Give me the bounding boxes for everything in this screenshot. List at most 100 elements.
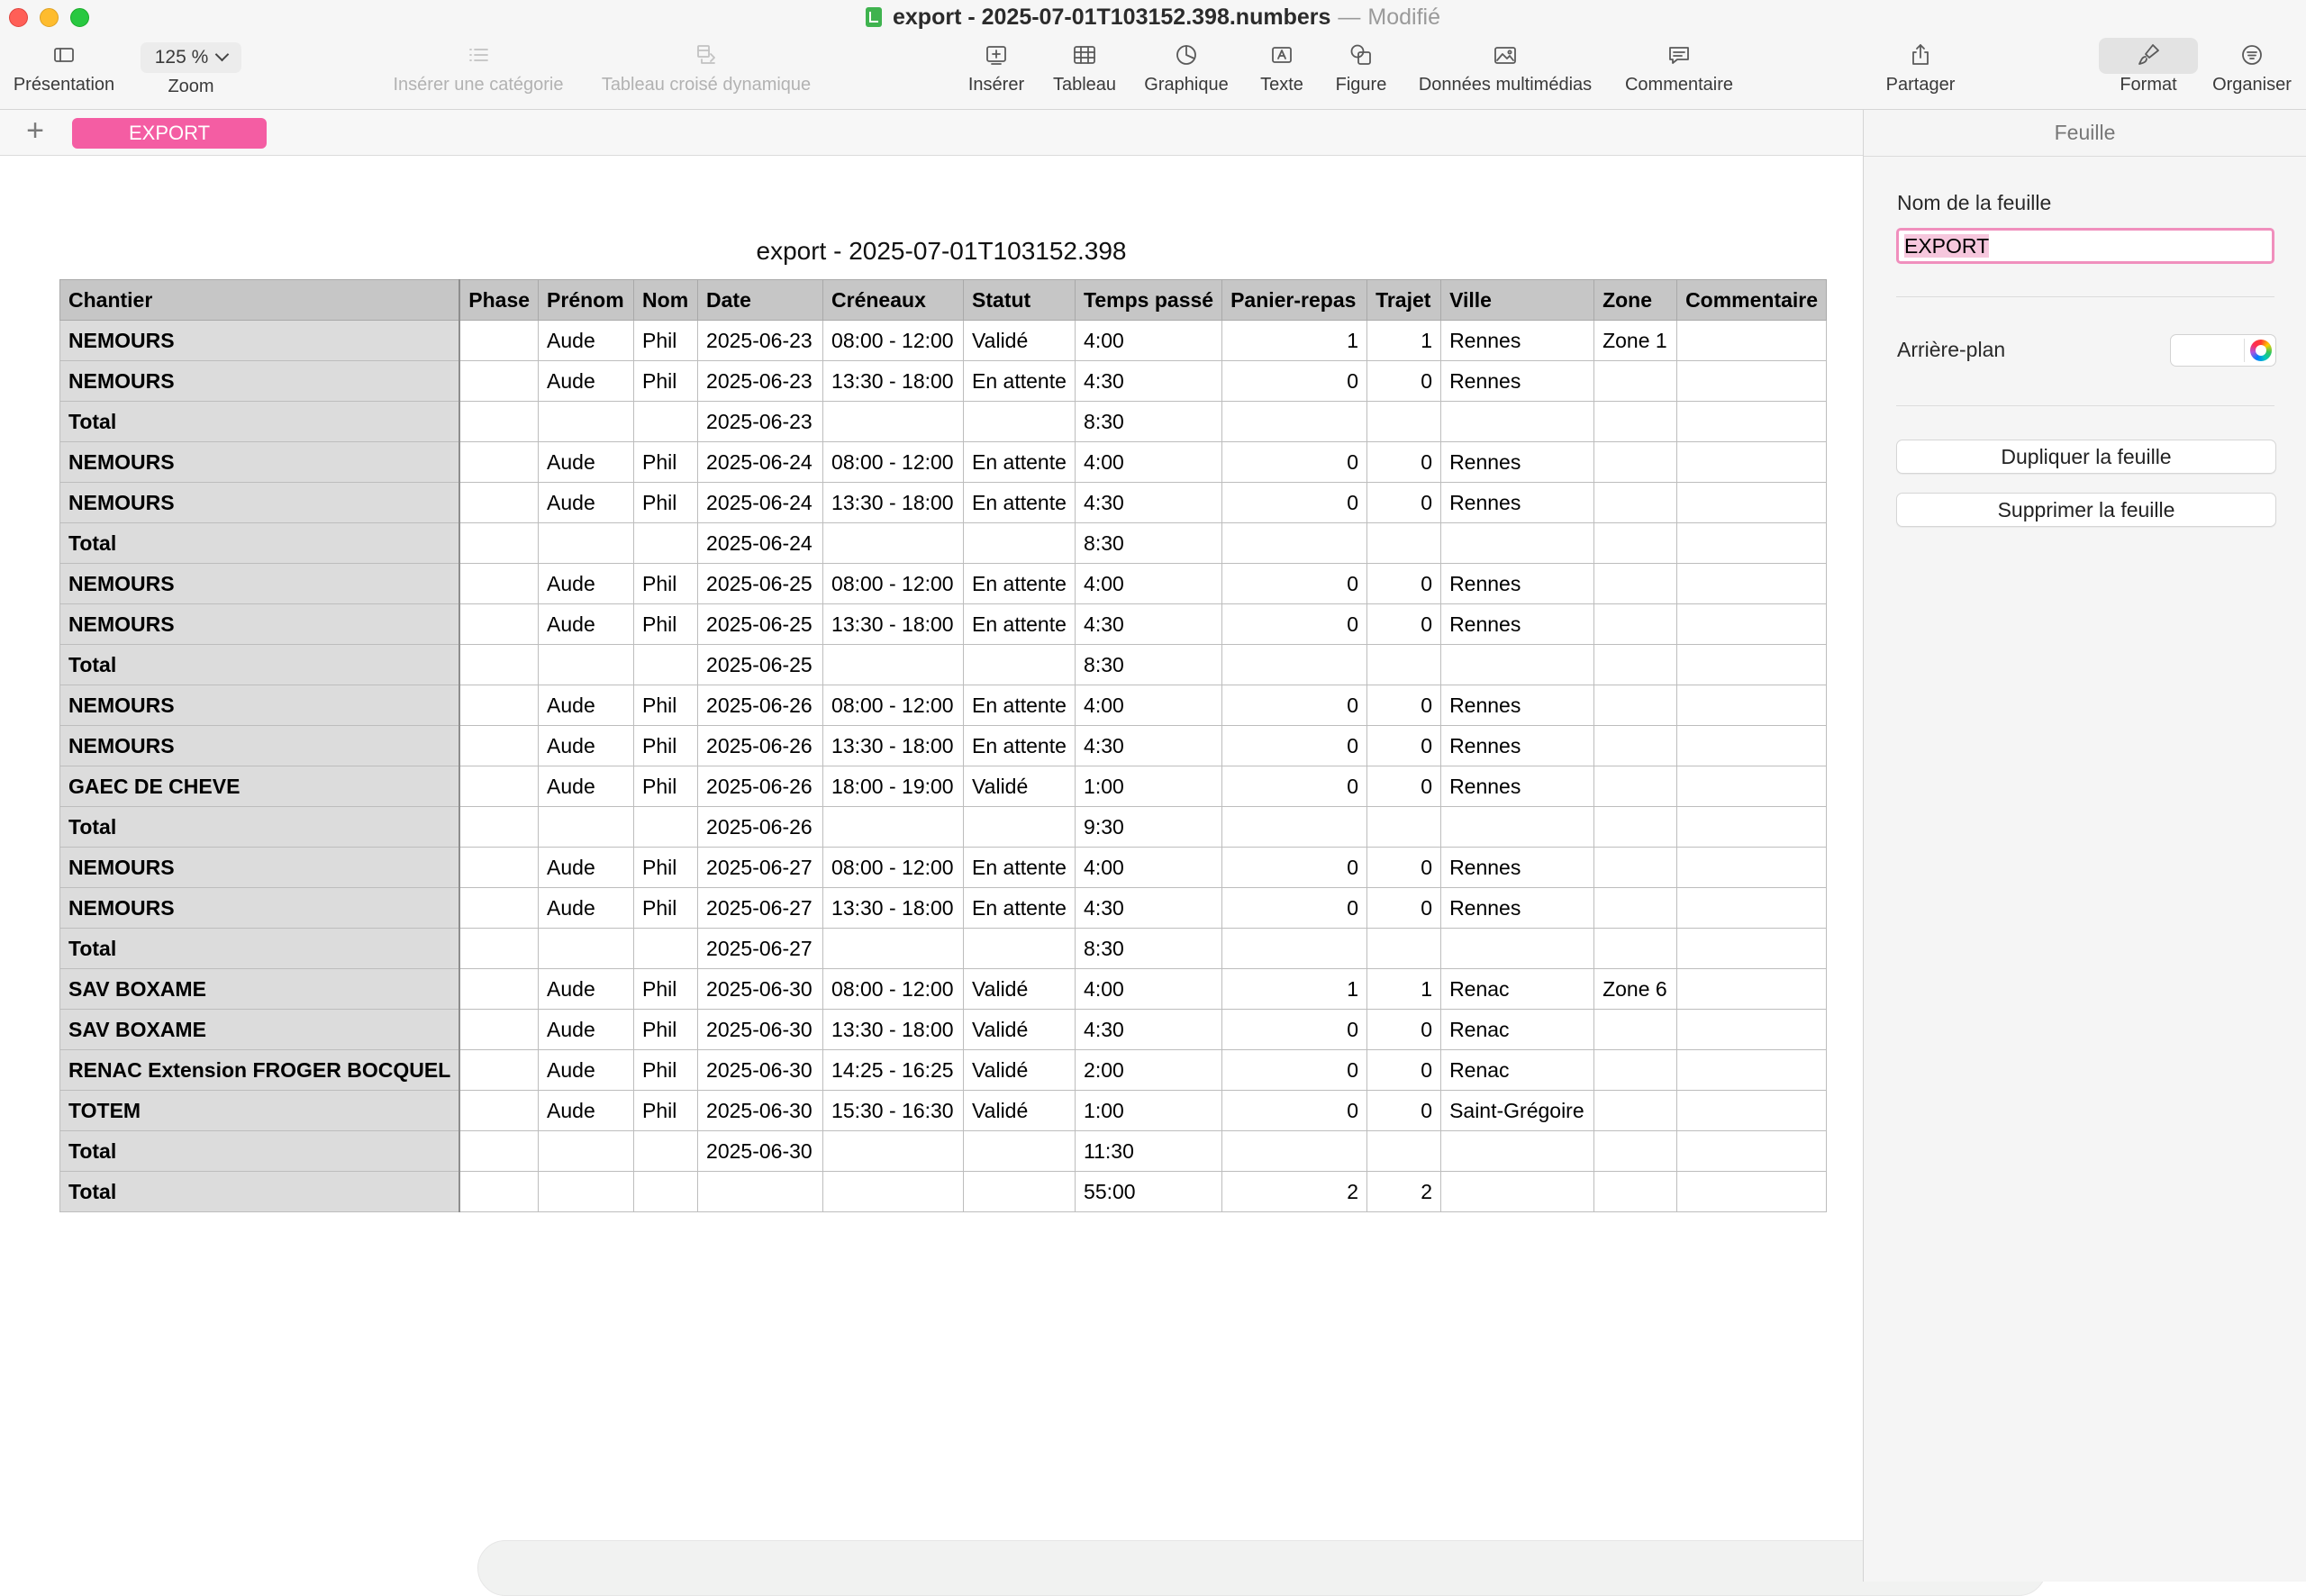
table-title[interactable]: export - 2025-07-01T103152.398: [0, 237, 1883, 266]
table-cell[interactable]: [1440, 522, 1595, 564]
table-cell[interactable]: 4:30: [1075, 725, 1223, 766]
table-cell[interactable]: 14:25 - 16:25: [822, 1049, 965, 1091]
table-cell[interactable]: 8:30: [1075, 928, 1223, 969]
table-cell[interactable]: Zone 6: [1593, 968, 1678, 1010]
table-cell[interactable]: 0: [1221, 847, 1368, 888]
presentation-button[interactable]: Présentation: [9, 38, 119, 106]
table-cell[interactable]: En attente: [963, 887, 1076, 929]
table-cell[interactable]: [458, 766, 540, 807]
table-cell[interactable]: [1593, 806, 1678, 848]
table-cell[interactable]: [1676, 685, 1828, 726]
table-cell[interactable]: [1366, 1130, 1442, 1172]
table-cell[interactable]: [1440, 1171, 1595, 1212]
table-cell[interactable]: [1440, 928, 1595, 969]
table-cell[interactable]: 1: [1366, 968, 1442, 1010]
table-cell[interactable]: [1440, 401, 1595, 442]
table-cell[interactable]: SAV BOXAME: [59, 1009, 461, 1050]
table-cell[interactable]: 4:30: [1075, 360, 1223, 402]
table-cell[interactable]: [458, 401, 540, 442]
table-cell[interactable]: Rennes: [1440, 320, 1595, 361]
comment-button[interactable]: Commentaire: [1618, 38, 1740, 106]
table-cell[interactable]: En attente: [963, 441, 1076, 483]
table-cell[interactable]: 55:00: [1075, 1171, 1223, 1212]
table-cell[interactable]: [963, 644, 1076, 685]
table-cell[interactable]: [1593, 1090, 1678, 1131]
table-cell[interactable]: 1: [1221, 320, 1368, 361]
table-cell[interactable]: [538, 522, 635, 564]
color-wheel-icon[interactable]: [2250, 340, 2272, 361]
table-cell[interactable]: [1676, 766, 1828, 807]
table-cell[interactable]: [1676, 1130, 1828, 1172]
table-cell[interactable]: [1676, 1049, 1828, 1091]
table-cell[interactable]: [538, 644, 635, 685]
table-cell[interactable]: [458, 644, 540, 685]
format-button[interactable]: Format: [2099, 38, 2198, 106]
table-cell[interactable]: Rennes: [1440, 685, 1595, 726]
table-cell[interactable]: [1440, 644, 1595, 685]
table-cell[interactable]: [1676, 928, 1828, 969]
table-cell[interactable]: [633, 1130, 699, 1172]
table-cell[interactable]: Total: [59, 644, 461, 685]
table-cell[interactable]: [458, 1090, 540, 1131]
table-cell[interactable]: 0: [1221, 725, 1368, 766]
table-cell[interactable]: [1676, 563, 1828, 604]
table-cell[interactable]: [822, 401, 965, 442]
table-cell[interactable]: [458, 928, 540, 969]
column-header[interactable]: Trajet: [1366, 279, 1442, 321]
table-cell[interactable]: Total: [59, 928, 461, 969]
organize-button[interactable]: Organiser: [2205, 38, 2299, 106]
chart-button[interactable]: Graphique: [1137, 38, 1236, 106]
table-cell[interactable]: [1593, 887, 1678, 929]
table-cell[interactable]: [538, 806, 635, 848]
table-cell[interactable]: 1: [1221, 968, 1368, 1010]
table-cell[interactable]: Phil: [633, 441, 699, 483]
table-cell[interactable]: 2025-06-30: [697, 1090, 824, 1131]
table-cell[interactable]: 8:30: [1075, 522, 1223, 564]
table-cell[interactable]: NEMOURS: [59, 360, 461, 402]
table-cell[interactable]: 0: [1221, 441, 1368, 483]
table-cell[interactable]: Phil: [633, 766, 699, 807]
table-cell[interactable]: 2: [1221, 1171, 1368, 1212]
table-cell[interactable]: [1366, 806, 1442, 848]
table-cell[interactable]: [538, 1130, 635, 1172]
table-cell[interactable]: Aude: [538, 1049, 635, 1091]
zoom-dropdown[interactable]: 125 %: [141, 42, 241, 73]
table-button[interactable]: Tableau: [1045, 38, 1124, 106]
table-cell[interactable]: [633, 644, 699, 685]
table-cell[interactable]: [822, 1130, 965, 1172]
table-cell[interactable]: 0: [1221, 360, 1368, 402]
table-cell[interactable]: 08:00 - 12:00: [822, 320, 965, 361]
table-cell[interactable]: Phil: [633, 1090, 699, 1131]
column-header[interactable]: Nom: [633, 279, 699, 321]
table-cell[interactable]: [1593, 847, 1678, 888]
table-cell[interactable]: Aude: [538, 360, 635, 402]
table-cell[interactable]: [538, 401, 635, 442]
table-cell[interactable]: [458, 1009, 540, 1050]
table-cell[interactable]: Rennes: [1440, 603, 1595, 645]
table-cell[interactable]: En attente: [963, 360, 1076, 402]
table-cell[interactable]: Zone 1: [1593, 320, 1678, 361]
table-cell[interactable]: Rennes: [1440, 847, 1595, 888]
table-cell[interactable]: [1593, 1009, 1678, 1050]
table-cell[interactable]: Phil: [633, 360, 699, 402]
table-cell[interactable]: Aude: [538, 320, 635, 361]
table-cell[interactable]: [458, 806, 540, 848]
table-cell[interactable]: Phil: [633, 482, 699, 523]
table-cell[interactable]: [633, 806, 699, 848]
table-cell[interactable]: [1676, 887, 1828, 929]
table-cell[interactable]: 0: [1221, 1009, 1368, 1050]
table-cell[interactable]: Rennes: [1440, 563, 1595, 604]
table-cell[interactable]: 2025-06-27: [697, 887, 824, 929]
table-cell[interactable]: SAV BOXAME: [59, 968, 461, 1010]
table-cell[interactable]: 0: [1366, 887, 1442, 929]
table-cell[interactable]: En attente: [963, 725, 1076, 766]
table-cell[interactable]: 2025-06-24: [697, 441, 824, 483]
table-cell[interactable]: Aude: [538, 725, 635, 766]
table-cell[interactable]: Rennes: [1440, 482, 1595, 523]
table-cell[interactable]: Phil: [633, 887, 699, 929]
table-cell[interactable]: 0: [1221, 685, 1368, 726]
column-header[interactable]: Créneaux: [822, 279, 965, 321]
table-cell[interactable]: [1676, 725, 1828, 766]
table-cell[interactable]: 4:00: [1075, 320, 1223, 361]
table-cell[interactable]: [1593, 1049, 1678, 1091]
